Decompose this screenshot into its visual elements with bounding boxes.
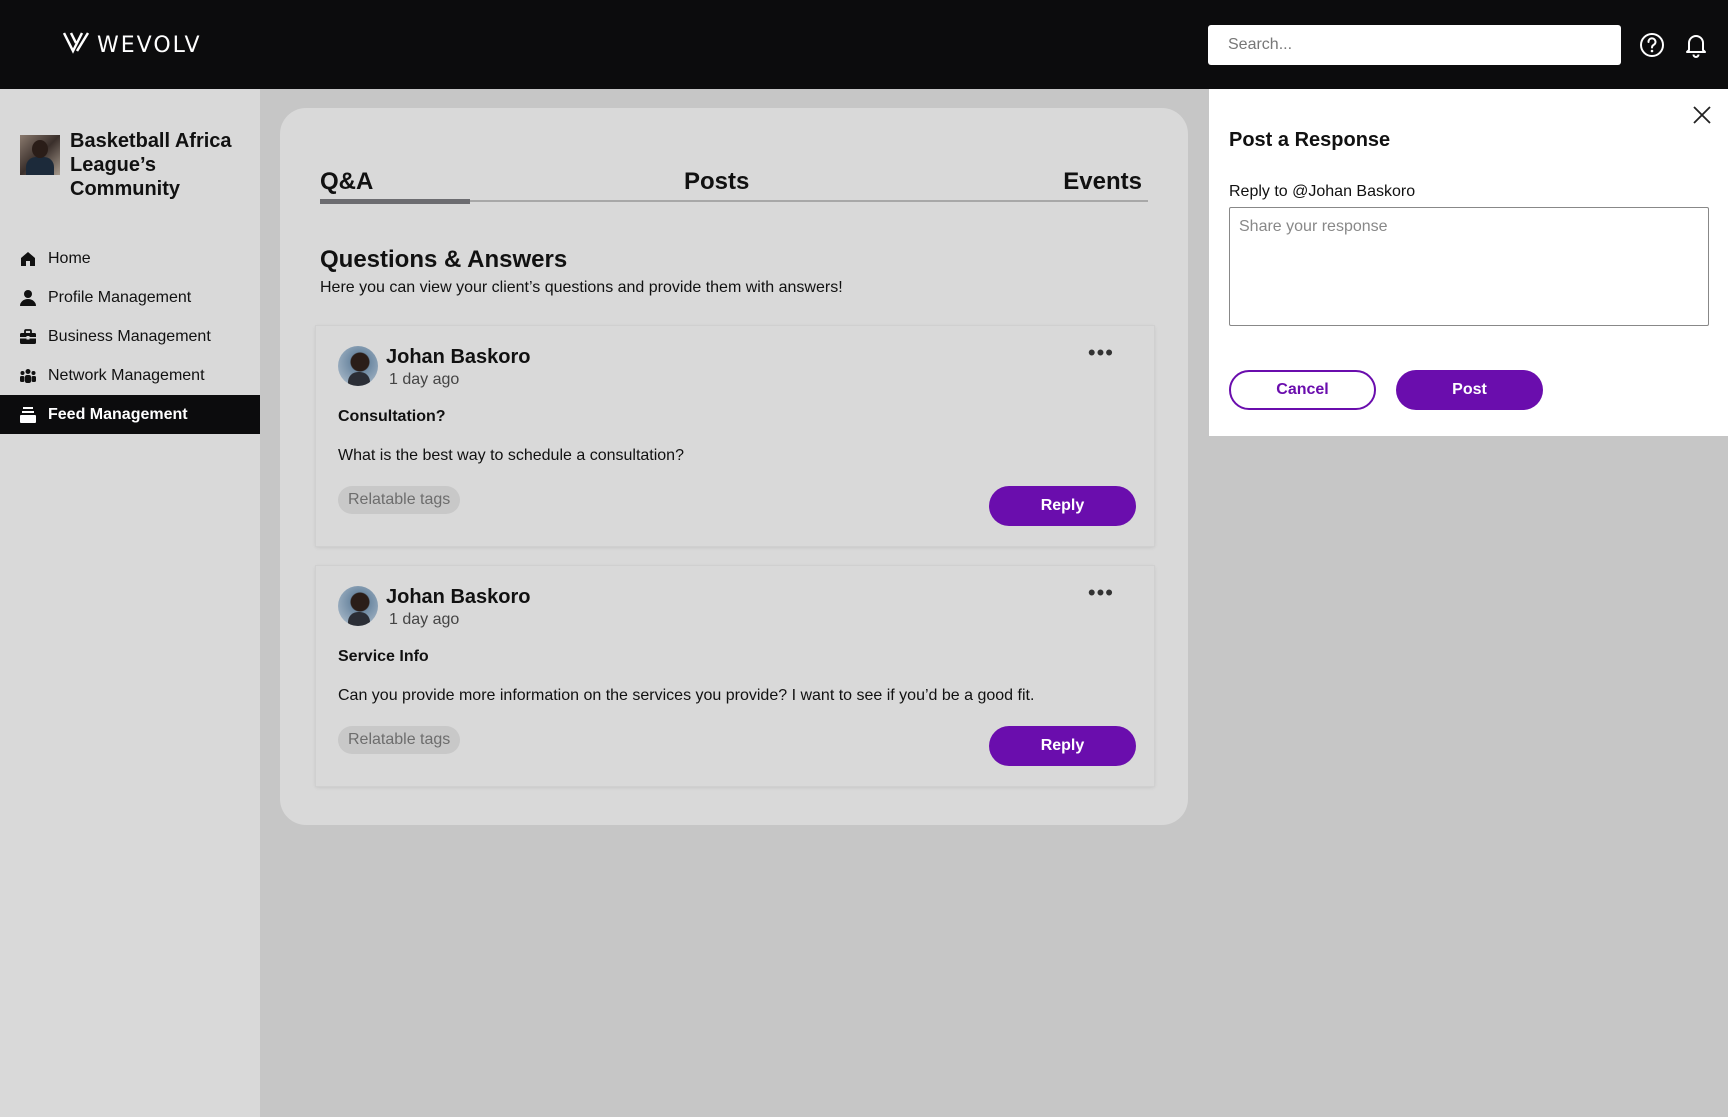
question-title: Service Info bbox=[338, 648, 429, 665]
tag-chip[interactable]: Relatable tags bbox=[338, 486, 461, 514]
sidebar-item-network-management[interactable]: Network Management bbox=[0, 356, 260, 395]
briefcase-icon bbox=[19, 328, 37, 346]
more-options-icon[interactable]: ••• bbox=[1088, 342, 1114, 364]
author-name[interactable]: Johan Baskoro bbox=[386, 346, 530, 369]
reply-button[interactable]: Reply bbox=[989, 486, 1136, 526]
response-textarea[interactable] bbox=[1229, 207, 1709, 326]
tab-events[interactable]: Events bbox=[1063, 168, 1142, 196]
sidebar-item-label: Network Management bbox=[48, 366, 205, 384]
sidebar-item-feed-management[interactable]: Feed Management bbox=[0, 395, 260, 434]
more-options-icon[interactable]: ••• bbox=[1088, 582, 1114, 604]
qa-card: Q&A Posts Events Questions & Answers Her… bbox=[280, 108, 1188, 825]
home-icon bbox=[19, 250, 37, 268]
page-title: Questions & Answers bbox=[320, 246, 568, 273]
sidebar-item-label: Profile Management bbox=[48, 288, 192, 306]
cancel-button[interactable]: Cancel bbox=[1229, 370, 1376, 410]
post-time: 1 day ago bbox=[389, 611, 460, 628]
question-card: Johan Baskoro 1 day ago ••• Service Info… bbox=[316, 566, 1154, 786]
tab-posts[interactable]: Posts bbox=[684, 168, 749, 196]
post-button[interactable]: Post bbox=[1396, 370, 1543, 410]
reply-button[interactable]: Reply bbox=[989, 726, 1136, 766]
sidebar-item-business-management[interactable]: Business Management bbox=[0, 317, 260, 356]
question-body: Can you provide more information on the … bbox=[338, 687, 1035, 704]
reply-to-label: Reply to @Johan Baskoro bbox=[1229, 183, 1416, 200]
avatar[interactable] bbox=[338, 586, 378, 626]
community-name: Basketball Africa League’s Community bbox=[70, 130, 232, 200]
search-input[interactable] bbox=[1208, 25, 1621, 65]
person-icon bbox=[19, 289, 37, 307]
tab-qa[interactable]: Q&A bbox=[320, 168, 373, 196]
group-icon bbox=[19, 367, 37, 385]
author-name[interactable]: Johan Baskoro bbox=[386, 586, 530, 609]
sidebar-nav: Home Profile Management Business Managem… bbox=[0, 239, 260, 434]
brand-name: WEVOLV bbox=[97, 33, 202, 58]
bell-icon[interactable] bbox=[1682, 31, 1710, 59]
avatar[interactable] bbox=[338, 346, 378, 386]
question-card: Johan Baskoro 1 day ago ••• Consultation… bbox=[316, 326, 1154, 546]
post-time: 1 day ago bbox=[389, 371, 460, 388]
help-icon[interactable] bbox=[1638, 31, 1666, 59]
wevolv-logo[interactable]: WEVOLV bbox=[62, 31, 202, 60]
top-bar: WEVOLV bbox=[0, 0, 1728, 89]
sidebar-item-label: Business Management bbox=[48, 327, 211, 345]
sidebar-item-label: Home bbox=[48, 249, 91, 267]
sidebar-item-label: Feed Management bbox=[48, 405, 188, 423]
community-header: Basketball Africa League’s Community bbox=[20, 129, 250, 201]
question-title: Consultation? bbox=[338, 408, 446, 425]
wevolv-logo-icon bbox=[62, 31, 91, 60]
page-subtitle: Here you can view your client’s question… bbox=[320, 279, 843, 296]
sidebar: Basketball Africa League’s Community Hom… bbox=[0, 89, 260, 1117]
sidebar-item-home[interactable]: Home bbox=[0, 239, 260, 278]
sidebar-item-profile-management[interactable]: Profile Management bbox=[0, 278, 260, 317]
community-avatar bbox=[20, 135, 60, 175]
question-body: What is the best way to schedule a consu… bbox=[338, 447, 684, 464]
response-panel: Post a Response Reply to @Johan Baskoro … bbox=[1209, 89, 1728, 436]
tab-bar: Q&A Posts Events bbox=[320, 168, 1148, 204]
active-tab-indicator bbox=[320, 199, 470, 204]
close-icon[interactable] bbox=[1692, 105, 1712, 125]
tag-chip[interactable]: Relatable tags bbox=[338, 726, 461, 754]
feed-icon bbox=[19, 406, 37, 424]
panel-title: Post a Response bbox=[1229, 129, 1391, 151]
